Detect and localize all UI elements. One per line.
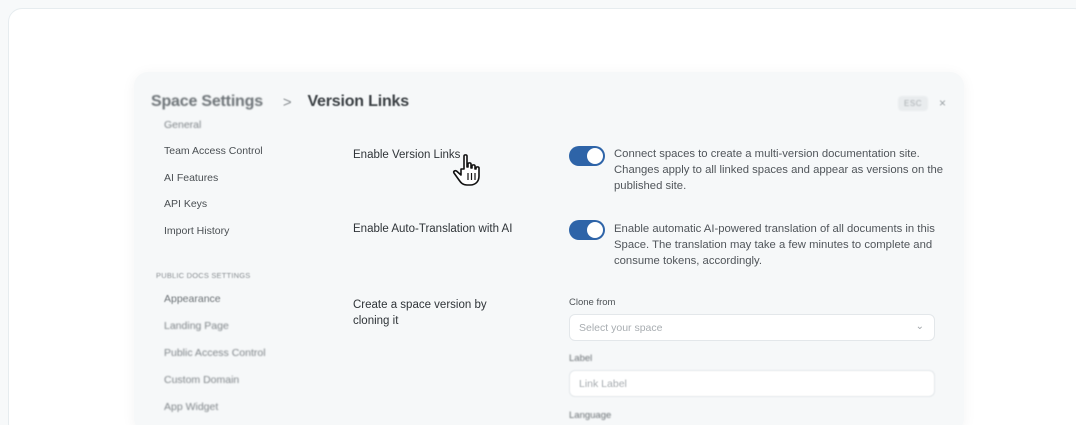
hand-pointer-icon [452,154,480,186]
auto-translation-toggle[interactable] [569,220,605,240]
sidebar-item-public-access-control[interactable]: Public Access Control [164,347,266,359]
sidebar-item-team-access-control[interactable]: Team Access Control [164,145,263,157]
sidebar-item-appearance[interactable]: Appearance [164,293,221,305]
link-label-placeholder: Link Label [579,378,627,390]
auto-translation-label: Enable Auto-Translation with AI [353,223,513,235]
breadcrumb-separator-icon: > [282,93,292,111]
breadcrumb: Space Settings > Version Links [151,93,409,111]
sidebar-item-landing-page[interactable]: Landing Page [164,320,229,332]
close-icon[interactable]: × [939,96,946,110]
settings-modal: Space Settings > Version Links ESC × Gen… [134,72,964,425]
sidebar-item-general[interactable]: General [164,119,201,131]
clone-from-placeholder: Select your space [579,322,663,334]
clone-from-label: Clone from [569,297,616,308]
language-label: Language [569,410,612,421]
sidebar-item-api-keys[interactable]: API Keys [164,198,207,210]
sidebar-item-import-history[interactable]: Import History [164,225,229,237]
clone-version-label: Create a space version by cloning it [353,299,487,327]
version-links-label: Enable Version Links [353,149,461,161]
sidebar-item-app-widget[interactable]: App Widget [164,401,218,413]
sidebar-item-custom-domain[interactable]: Custom Domain [164,374,239,386]
sidebar-section-heading: PUBLIC DOCS SETTINGS [156,271,251,280]
page-title: Version Links [307,93,409,110]
version-links-description: Connect spaces to create a multi-version… [614,148,944,192]
clone-from-select[interactable]: Select your space ⌄ [569,314,935,341]
toggle-knob [587,222,603,238]
auto-translation-description: Enable automatic AI-powered translation … [614,223,935,267]
link-label-field-label: Label [569,353,593,364]
link-label-input[interactable]: Link Label [569,370,935,397]
toggle-knob [587,148,603,164]
chevron-down-icon: ⌄ [915,321,924,332]
sidebar-item-ai-features[interactable]: AI Features [164,172,218,184]
breadcrumb-parent[interactable]: Space Settings [151,93,263,111]
esc-key-hint: ESC [898,96,928,111]
version-links-toggle[interactable] [569,146,605,166]
